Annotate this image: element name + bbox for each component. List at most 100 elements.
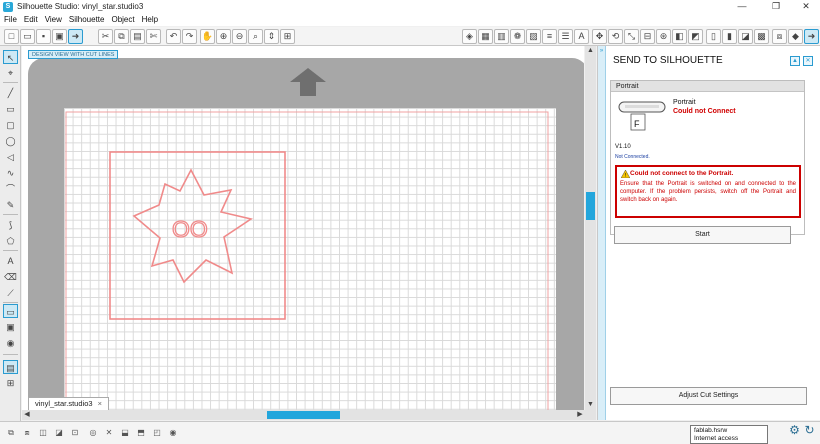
pattern-icon[interactable]: ❁ (510, 29, 525, 44)
close-tab-icon[interactable]: × (98, 399, 102, 408)
open-folder-icon[interactable]: ▭ (20, 29, 35, 44)
arc-tool-icon[interactable]: ⌒ (3, 182, 18, 196)
eraser-tool-icon[interactable]: ⌫ (3, 270, 18, 284)
scale-icon[interactable]: ⤡ (624, 29, 639, 44)
ellipse-tool-icon[interactable]: ◯ (3, 134, 18, 148)
scroll-down-icon[interactable]: ▼ (585, 400, 596, 410)
rectangle-tool-icon[interactable]: ▭ (3, 102, 18, 116)
panel-collapse-strip[interactable]: » (598, 46, 606, 420)
page-setup-icon[interactable]: ▮ (722, 29, 737, 44)
zoom-select-icon[interactable]: ⌕ (248, 29, 263, 44)
layout-icon[interactable]: ⊞ (3, 376, 18, 390)
start-button[interactable]: Start (614, 226, 791, 244)
eraser-icon[interactable]: ◆ (788, 29, 803, 44)
save-as-icon[interactable]: ▣ (52, 29, 67, 44)
modify-icon[interactable]: ◧ (672, 29, 687, 44)
maximize-button[interactable]: ❐ (762, 0, 790, 13)
copy-icon[interactable]: ⧉ (114, 29, 129, 44)
save-icon[interactable]: ▪ (36, 29, 51, 44)
adjust-cut-settings-button[interactable]: Adjust Cut Settings (610, 387, 807, 405)
panels-icon[interactable]: ▤ (3, 360, 18, 374)
pentagon-tool-icon[interactable]: ⬠ (3, 234, 18, 248)
new-file-icon[interactable]: □ (4, 29, 19, 44)
group-icon[interactable]: ⧉ (4, 426, 18, 440)
offset-icon[interactable]: ◩ (688, 29, 703, 44)
settings-gear-icon[interactable]: ⚙ (788, 424, 801, 437)
replicate-icon[interactable]: ⊛ (656, 29, 671, 44)
freehand-tool-icon[interactable]: ✎ (3, 198, 18, 212)
rounded-rectangle-tool-icon[interactable]: ▢ (3, 118, 18, 132)
star-text[interactable]: OO (171, 215, 208, 242)
design-canvas[interactable]: OO DESIGN VIEW WITH CUT LINES (22, 46, 584, 410)
online-store-icon[interactable]: ◉ (3, 336, 18, 350)
close-window-button[interactable]: ✕ (792, 0, 820, 13)
send-to-silhouette-icon[interactable]: ➜ (68, 29, 83, 44)
vertical-scrollbar[interactable]: ▲ ▼ (585, 46, 596, 410)
trace-icon[interactable]: ▯ (706, 29, 721, 44)
horizontal-scrollbar[interactable]: ◀ ▶ (22, 410, 596, 420)
panel-collapse-icon[interactable]: ▲ (790, 56, 800, 66)
line-color-icon[interactable]: ▨ (526, 29, 541, 44)
menu-object[interactable]: Object (111, 15, 134, 24)
line-panel-icon[interactable]: ☰ (558, 29, 573, 44)
text-style-icon[interactable]: A (574, 29, 589, 44)
smooth-freehand-icon[interactable]: ⟆ (3, 218, 18, 232)
duplicate-icon[interactable]: ⊡ (68, 426, 82, 440)
align-icon[interactable]: ⊟ (640, 29, 655, 44)
release-compound-icon[interactable]: ◪ (52, 426, 66, 440)
horizontal-scroll-thumb[interactable] (267, 411, 340, 419)
line-width-icon[interactable]: ≡ (542, 29, 557, 44)
minimize-button[interactable]: — (728, 0, 756, 13)
menu-help[interactable]: Help (142, 15, 158, 24)
scissors-icon[interactable]: ✄ (146, 29, 161, 44)
polygon-tool-icon[interactable]: ◁ (3, 150, 18, 164)
pan-hand-icon[interactable]: ✋ (200, 29, 215, 44)
scroll-up-icon[interactable]: ▲ (585, 46, 596, 56)
portrait-cutter-icon[interactable]: F (617, 98, 667, 132)
cut-icon[interactable]: ✂ (98, 29, 113, 44)
zoom-page-icon[interactable]: ⊞ (280, 29, 295, 44)
make-compound-icon[interactable]: ◫ (36, 426, 50, 440)
line-style-icon[interactable]: ▦ (478, 29, 493, 44)
redo-icon[interactable]: ↷ (182, 29, 197, 44)
target-icon[interactable]: ◉ (166, 426, 180, 440)
registration-icon[interactable]: ⧈ (772, 29, 787, 44)
text-tool-icon[interactable]: A (3, 254, 18, 268)
zoom-out-icon[interactable]: ⊖ (232, 29, 247, 44)
paste-icon[interactable]: ▤ (130, 29, 145, 44)
zoom-in-icon[interactable]: ⊕ (216, 29, 231, 44)
menu-edit[interactable]: Edit (24, 15, 38, 24)
curve-tool-icon[interactable]: ∿ (3, 166, 18, 180)
move-icon[interactable]: ✥ (592, 29, 607, 44)
zoom-fit-icon[interactable]: ⇕ (264, 29, 279, 44)
rotate-icon[interactable]: ⟲ (608, 29, 623, 44)
ungroup-icon[interactable]: ⧈ (20, 426, 34, 440)
scroll-left-icon[interactable]: ◀ (22, 410, 32, 420)
scroll-right-icon[interactable]: ▶ (575, 410, 585, 420)
image-panel-icon[interactable]: ▣ (3, 320, 18, 334)
vertical-scroll-thumb[interactable] (586, 192, 595, 220)
cut-settings-icon[interactable]: ◪ (738, 29, 753, 44)
line-tool-icon[interactable]: ╱ (3, 86, 18, 100)
shapes-panel-icon[interactable]: ▭ (3, 304, 18, 318)
bring-front-icon[interactable]: ⬓ (118, 426, 132, 440)
panel-close-icon[interactable]: ✕ (803, 56, 813, 66)
weld-icon[interactable]: ◎ (86, 426, 100, 440)
select-pointer-icon[interactable]: ↖ (3, 50, 18, 64)
expand-arrows-icon[interactable]: » (598, 48, 605, 54)
undo-icon[interactable]: ↶ (166, 29, 181, 44)
knife-tool-icon[interactable]: ⟋ (3, 286, 18, 300)
delete-icon[interactable]: ✕ (102, 426, 116, 440)
refresh-icon[interactable]: ↻ (803, 424, 816, 437)
menu-view[interactable]: View (45, 15, 62, 24)
image-effects-icon[interactable]: ◰ (150, 426, 164, 440)
library-icon[interactable]: ▩ (754, 29, 769, 44)
menu-silhouette[interactable]: Silhouette (69, 15, 105, 24)
point-edit-icon[interactable]: ⌖ (3, 66, 18, 80)
send-back-icon[interactable]: ⬒ (134, 426, 148, 440)
gradient-icon[interactable]: ▥ (494, 29, 509, 44)
document-tab[interactable]: vinyl_star.studio3 × (28, 397, 110, 410)
menu-file[interactable]: File (4, 15, 17, 24)
fill-icon[interactable]: ◈ (462, 29, 477, 44)
send-panel-icon[interactable]: ➜ (804, 29, 819, 44)
